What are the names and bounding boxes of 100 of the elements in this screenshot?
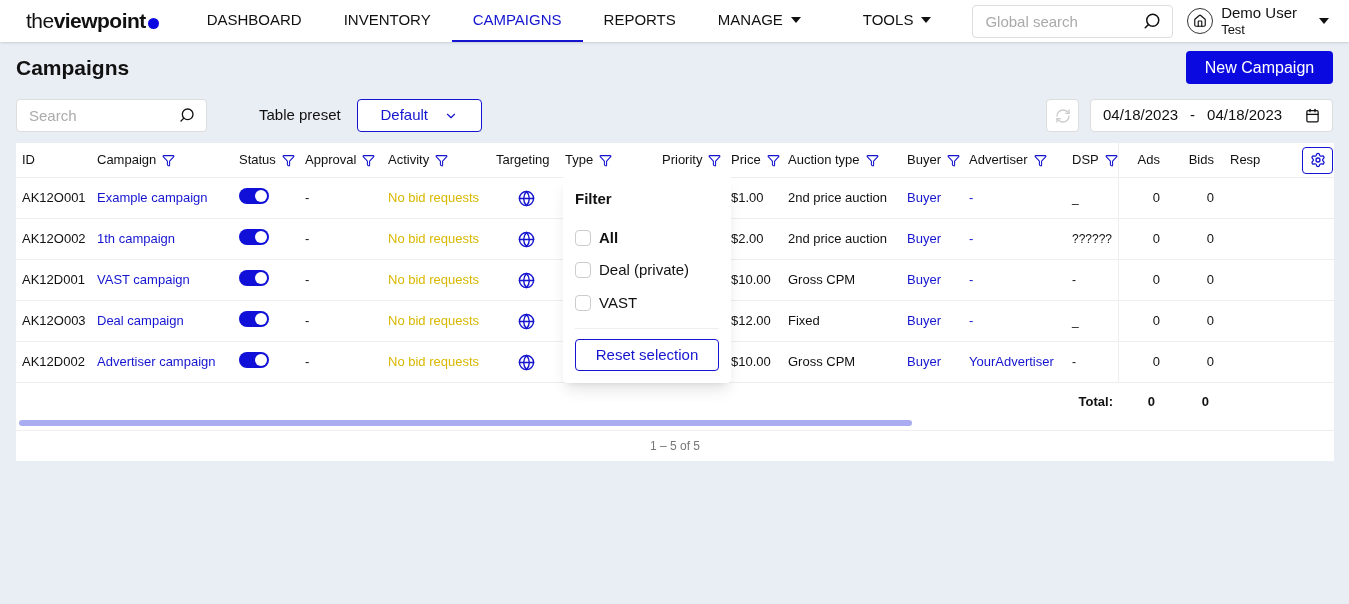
bids-cell: 0 (1206, 272, 1214, 288)
column-header[interactable]: Advertiser (969, 150, 1047, 170)
approval-cell: - (305, 354, 310, 370)
column-header[interactable]: Auction type (788, 150, 879, 170)
global-search-field[interactable]: Global search (972, 4, 1174, 38)
reset-selection-button[interactable]: Reset selection (575, 339, 719, 371)
nav-tab[interactable]: MANAGE (696, 0, 822, 42)
globe-icon[interactable] (518, 353, 535, 371)
filter-icon (708, 153, 722, 167)
campaign-link[interactable]: 1th campaign (97, 231, 176, 247)
column-header[interactable]: Bids (1188, 150, 1214, 170)
bids-cell: 0 (1206, 354, 1214, 370)
id-cell: AK12D002 (22, 354, 85, 370)
auction-type-cell: 2nd price auction (788, 190, 887, 206)
ads-cell-text: 0 (1152, 353, 1160, 372)
bids-cell: 0 (1206, 190, 1214, 206)
filter-icon (435, 153, 449, 167)
checkbox[interactable] (575, 229, 591, 246)
column-header[interactable]: Ads (1137, 150, 1160, 170)
logo[interactable]: theviewpoint (26, 5, 166, 37)
checkbox[interactable] (575, 294, 591, 311)
buyer-link[interactable]: Buyer (907, 272, 941, 288)
preset-dropdown[interactable]: Default (356, 99, 482, 132)
column-header[interactable]: Type (565, 150, 613, 170)
scrollbar-thumb[interactable] (19, 420, 912, 426)
nav-tab[interactable]: INVENTORY (322, 0, 452, 42)
id-cell: AK12O003 (22, 313, 86, 329)
page-title: Campaigns (16, 54, 130, 81)
search-field[interactable]: Search (16, 99, 207, 132)
globe-icon[interactable] (518, 312, 535, 330)
column-header[interactable]: Priority (662, 150, 722, 170)
column-header[interactable]: Resp (1230, 150, 1261, 170)
advertiser-cell: - (969, 272, 974, 288)
settings-button[interactable] (1302, 146, 1333, 174)
auction-type-cell: Gross CPM (788, 354, 856, 370)
column-header[interactable]: Campaign (97, 150, 176, 170)
filter-icon (599, 153, 613, 167)
column-header[interactable]: Activity (388, 150, 449, 170)
nav-tab[interactable]: CAMPAIGNS (451, 0, 583, 42)
checkbox[interactable] (575, 262, 591, 279)
popup-title: Filter (575, 189, 613, 209)
filter-icon (766, 153, 780, 167)
campaign-link[interactable]: Deal campaign (97, 313, 184, 329)
pagination-text: 1 – 5 of 5 (649, 438, 700, 455)
ads-total: 0 (1147, 393, 1155, 409)
filter-icon (162, 153, 176, 167)
nav-tab[interactable]: REPORTS (582, 0, 697, 42)
ads-cell-text: 0 (1152, 230, 1160, 249)
id-cell: AK12O002 (22, 231, 86, 247)
activity-cell: No bid requests (388, 354, 480, 370)
auction-type-cell: 2nd price auction (788, 231, 887, 247)
activity-cell: No bid requests (388, 231, 480, 247)
globe-icon[interactable] (518, 189, 535, 207)
filter-option[interactable]: Deal (private) (575, 259, 719, 282)
nav-tab[interactable]: TOOLS (841, 0, 953, 42)
buyer-link[interactable]: Buyer (907, 313, 941, 329)
new-campaign-button[interactable]: New Campaign (1186, 51, 1333, 84)
filter-option[interactable]: All (575, 226, 719, 249)
buyer-link[interactable]: Buyer (907, 354, 941, 370)
status-toggle[interactable] (239, 270, 269, 287)
column-header[interactable]: Approval (305, 150, 376, 170)
column-header[interactable]: ID (22, 150, 35, 170)
status-toggle[interactable] (239, 311, 269, 328)
preset-label: Table preset (259, 105, 341, 126)
column-header[interactable]: Price (731, 150, 780, 170)
refresh-icon (1054, 107, 1071, 124)
column-header[interactable]: DSP (1072, 150, 1118, 170)
ads-cell-text: 0 (1152, 271, 1160, 290)
campaign-link[interactable]: VAST campaign (97, 272, 190, 288)
status-toggle[interactable] (239, 352, 269, 369)
status-toggle[interactable] (239, 229, 269, 246)
dsp-cell: _ (1072, 191, 1079, 206)
column-header[interactable]: Targeting (496, 150, 550, 170)
dsp-cell: ?????? (1072, 232, 1113, 247)
search-icon (1143, 11, 1162, 30)
filter-option[interactable]: VAST (575, 291, 719, 314)
approval-cell: - (305, 313, 310, 329)
buyer-link[interactable]: Buyer (907, 231, 941, 247)
globe-icon[interactable] (518, 230, 535, 248)
auction-type-cell: Fixed (788, 313, 820, 329)
caret-icon (1319, 18, 1329, 24)
campaign-link[interactable]: Example campaign (97, 190, 208, 206)
buyer-link[interactable]: Buyer (907, 190, 941, 206)
auction-type-cell: Gross CPM (788, 272, 856, 288)
date-range-field[interactable]: 04/18/2023 - 04/18/2023 (1090, 99, 1333, 132)
globe-icon[interactable] (518, 271, 535, 289)
column-header[interactable]: Status (239, 150, 295, 170)
caret-icon (921, 17, 932, 23)
status-toggle[interactable] (239, 188, 269, 205)
activity-cell: No bid requests (388, 313, 480, 329)
search-icon (179, 107, 195, 123)
user-name[interactable]: Demo User (1221, 3, 1297, 23)
filter-icon (1033, 153, 1047, 167)
campaign-link[interactable]: Advertiser campaign (97, 354, 216, 370)
account-name: Test (1221, 22, 1246, 39)
column-header[interactable]: Buyer (907, 150, 960, 170)
ads-cell-text: 0 (1152, 312, 1160, 331)
advertiser-cell: - (969, 231, 974, 247)
settings-icon (1309, 152, 1326, 168)
nav-tab[interactable]: DASHBOARD (185, 0, 323, 42)
